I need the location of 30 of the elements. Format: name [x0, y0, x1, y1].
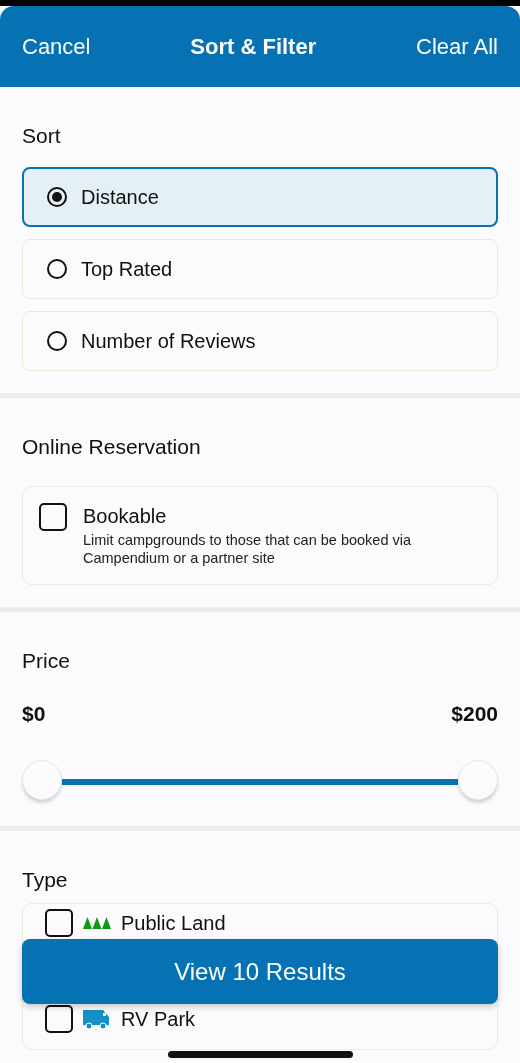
sort-option[interactable]: Top Rated	[22, 239, 498, 299]
section-heading: Type	[22, 867, 69, 893]
type-label: RV Park	[121, 1007, 196, 1031]
cancel-button[interactable]: Cancel	[22, 33, 91, 60]
view-results-button[interactable]: View 10 Results	[22, 939, 498, 1004]
bookable-card[interactable]: Bookable Limit campgrounds to those that can be booked via Campendium or a partner site	[22, 486, 498, 585]
sort-option[interactable]: Number of Reviews	[22, 311, 498, 371]
clear-all-button[interactable]: Clear All	[416, 33, 498, 60]
radio-icon	[47, 187, 67, 207]
max-price: $200	[451, 702, 498, 726]
section-heading: Online Reservation	[22, 434, 202, 460]
option-label: Bookable	[83, 504, 168, 529]
min-price: $0	[22, 702, 46, 726]
radio-icon	[47, 259, 67, 279]
screen-title: Sort & Filter	[190, 33, 317, 60]
option-label: Top Rated	[81, 257, 173, 281]
section-heading: Price	[22, 648, 71, 674]
option-label: Number of Reviews	[81, 329, 256, 353]
trees-icon	[83, 917, 111, 929]
slider-handle[interactable]	[22, 760, 62, 800]
rv-icon	[83, 1008, 111, 1030]
type-label: Public Land	[121, 911, 226, 935]
sort-option[interactable]: Distance	[22, 167, 498, 227]
slider-handle[interactable]	[458, 760, 498, 800]
option-description: Limit campgrounds to those that can be booked via Campendium or a partner site	[83, 531, 413, 567]
option-label: Distance	[81, 185, 159, 209]
section-heading: Sort	[22, 123, 62, 149]
checkbox[interactable]	[45, 909, 73, 937]
checkbox[interactable]	[39, 503, 67, 531]
radio-icon	[47, 331, 67, 351]
